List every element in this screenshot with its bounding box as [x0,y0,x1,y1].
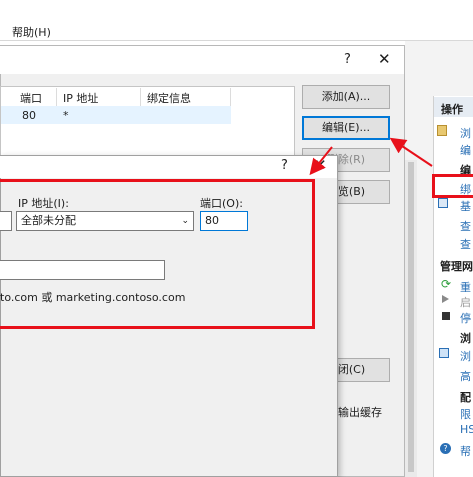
annotation-arrow [309,146,333,176]
annotation-arrow [389,137,433,167]
annotation-arrows [309,137,433,176]
